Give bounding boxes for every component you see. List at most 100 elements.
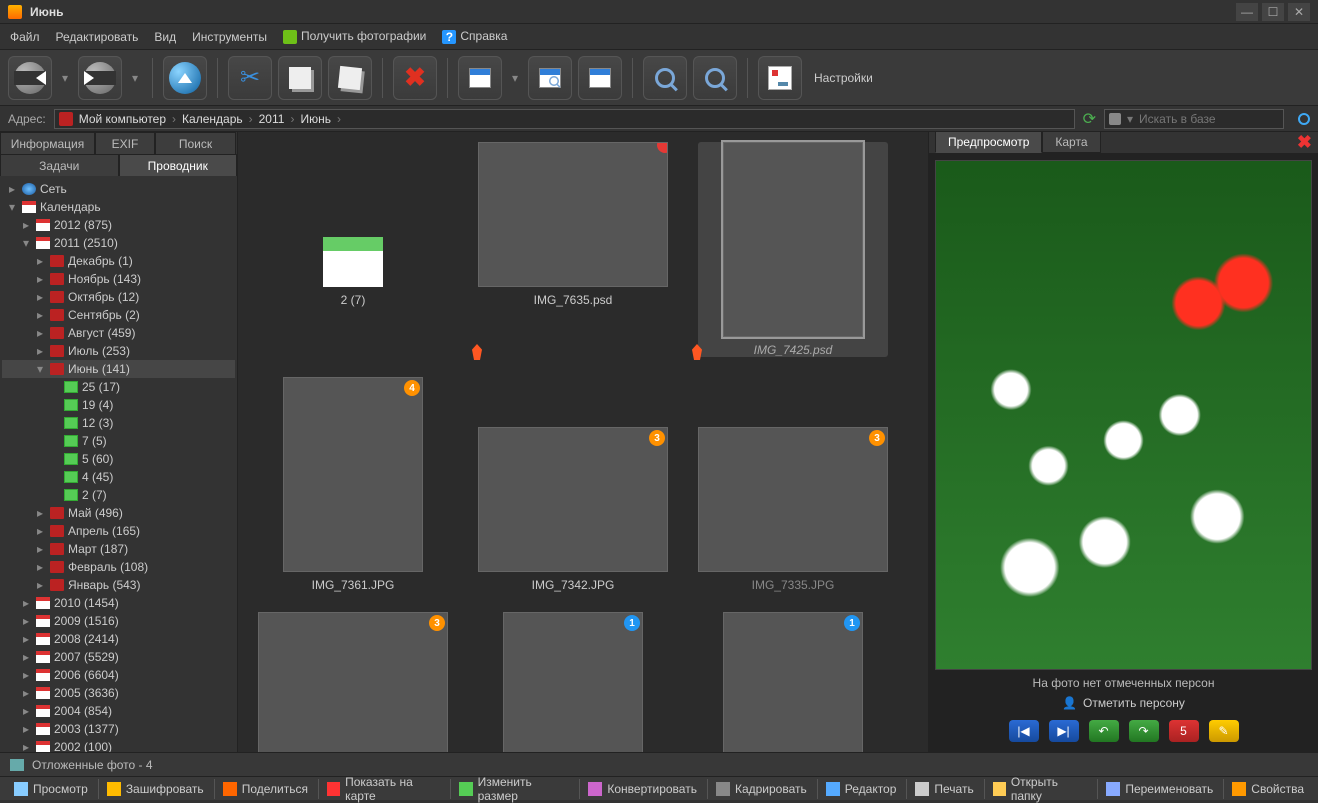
thumb-img-7425[interactable]: IMG_7425.psd — [698, 142, 888, 357]
bottom-view[interactable]: Просмотр — [6, 779, 96, 799]
view-thumbs-button[interactable] — [458, 56, 502, 100]
tree-d5[interactable]: 5 (60) — [2, 450, 235, 468]
tree-dec[interactable]: ▸Декабрь (1) — [2, 252, 235, 270]
tree-aug[interactable]: ▸Август (459) — [2, 324, 235, 342]
tree-d2[interactable]: 2 (7) — [2, 486, 235, 504]
tree-2009[interactable]: ▸2009 (1516) — [2, 612, 235, 630]
thumbnail-pane[interactable]: 2 (7) IMG_7635.psd IMG_7425.psd 4 IMG_73… — [238, 132, 928, 752]
thumb-img-7635[interactable]: IMG_7635.psd — [478, 142, 668, 357]
menu-edit[interactable]: Редактировать — [56, 30, 139, 44]
bottom-encrypt[interactable]: Зашифровать — [98, 779, 212, 799]
tree-network[interactable]: ▸Сеть — [2, 180, 235, 198]
bottom-open-folder[interactable]: Открыть папку — [984, 779, 1096, 799]
folder-tree[interactable]: ▸Сеть ▾Календарь ▸2012 (875) ▾2011 (2510… — [0, 176, 237, 752]
tree-jun[interactable]: ▾Июнь (141) — [2, 360, 235, 378]
bottom-props[interactable]: Свойства — [1223, 779, 1312, 799]
thumb-img-4117[interactable]: 1 img_4117.psd — [698, 612, 888, 752]
tab-explorer[interactable]: Проводник — [119, 154, 238, 176]
zoom-out-button[interactable] — [693, 56, 737, 100]
preview-image[interactable] — [935, 160, 1312, 670]
close-button[interactable]: ✕ — [1288, 3, 1310, 21]
tab-search[interactable]: Поиск — [155, 132, 236, 154]
bottom-crop[interactable]: Кадрировать — [707, 779, 815, 799]
tree-2011[interactable]: ▾2011 (2510) — [2, 234, 235, 252]
tree-may[interactable]: ▸Май (496) — [2, 504, 235, 522]
tree-calendar[interactable]: ▾Календарь — [2, 198, 235, 216]
search-box[interactable]: ▾ Искать в базе — [1104, 109, 1284, 129]
bottom-print[interactable]: Печать — [906, 779, 981, 799]
tree-feb[interactable]: ▸Февраль (108) — [2, 558, 235, 576]
bottom-rename[interactable]: Переименовать — [1097, 779, 1221, 799]
deferred-photos-bar[interactable]: Отложенные фото - 4 — [0, 752, 1318, 776]
tree-2010[interactable]: ▸2010 (1454) — [2, 594, 235, 612]
cut-button[interactable]: ✂ — [228, 56, 272, 100]
rotate-right-button[interactable]: ↷ — [1129, 720, 1159, 742]
tree-2007[interactable]: ▸2007 (5529) — [2, 648, 235, 666]
tree-d4[interactable]: 4 (45) — [2, 468, 235, 486]
delete-button[interactable]: ✖ — [393, 56, 437, 100]
tree-2003[interactable]: ▸2003 (1377) — [2, 720, 235, 738]
tree-mar[interactable]: ▸Март (187) — [2, 540, 235, 558]
tree-2006[interactable]: ▸2006 (6604) — [2, 666, 235, 684]
tab-preview[interactable]: Предпросмотр — [935, 132, 1042, 153]
nav-back-history[interactable]: ▾ — [58, 56, 72, 100]
thumb-folder-2[interactable]: 2 (7) — [258, 142, 448, 357]
close-panel-button[interactable]: ✖ — [1297, 132, 1312, 153]
nav-back-button[interactable] — [8, 56, 52, 100]
tree-d7[interactable]: 7 (5) — [2, 432, 235, 450]
refresh-button[interactable]: ⟳ — [1083, 109, 1096, 129]
mark-person-button[interactable]: Отметить персону — [935, 696, 1312, 710]
search-button[interactable] — [1298, 113, 1310, 125]
thumb-img-7335[interactable]: 3 IMG_7335.JPG — [698, 427, 888, 592]
tree-apr[interactable]: ▸Апрель (165) — [2, 522, 235, 540]
nav-up-button[interactable] — [163, 56, 207, 100]
menu-view[interactable]: Вид — [154, 30, 176, 44]
menu-file[interactable]: Файл — [10, 30, 40, 44]
rotate-left-button[interactable]: ↶ — [1089, 720, 1119, 742]
bottom-resize[interactable]: Изменить размер — [450, 779, 577, 799]
tree-d12[interactable]: 12 (3) — [2, 414, 235, 432]
tab-map[interactable]: Карта — [1042, 132, 1100, 153]
bottom-convert[interactable]: Конвертировать — [579, 779, 705, 799]
view-list-button[interactable] — [578, 56, 622, 100]
tree-d19[interactable]: 19 (4) — [2, 396, 235, 414]
bottom-editor[interactable]: Редактор — [817, 779, 905, 799]
tree-2005[interactable]: ▸2005 (3636) — [2, 684, 235, 702]
tab-info[interactable]: Информация — [0, 132, 95, 154]
tree-nov[interactable]: ▸Ноябрь (143) — [2, 270, 235, 288]
tree-2004[interactable]: ▸2004 (854) — [2, 702, 235, 720]
view-thumbs-menu[interactable]: ▾ — [508, 56, 522, 100]
minimize-button[interactable]: — — [1236, 3, 1258, 21]
tab-exif[interactable]: EXIF — [95, 132, 155, 154]
thumb-img-7361[interactable]: 4 IMG_7361.JPG — [258, 377, 448, 592]
crumb-year[interactable]: 2011 — [253, 112, 291, 126]
bottom-share[interactable]: Поделиться — [214, 779, 316, 799]
prev-image-button[interactable]: |◀ — [1009, 720, 1039, 742]
tab-tasks[interactable]: Задачи — [0, 154, 119, 176]
menu-get-photos[interactable]: Получить фотографии — [283, 29, 426, 44]
next-image-button[interactable]: ▶| — [1049, 720, 1079, 742]
thumb-img-7337[interactable]: 3 IMG_7337.JPG — [258, 612, 448, 752]
tree-2008[interactable]: ▸2008 (2414) — [2, 630, 235, 648]
menu-help[interactable]: ?Справка — [442, 29, 507, 44]
thumb-img-7979[interactable]: 1 img_7979.jpg — [478, 612, 668, 752]
view-preview-button[interactable] — [528, 56, 572, 100]
bottom-show-map[interactable]: Показать на карте — [318, 779, 449, 799]
paste-button[interactable] — [328, 56, 372, 100]
rating-5-button[interactable]: 5 — [1169, 720, 1199, 742]
tree-2012[interactable]: ▸2012 (875) — [2, 216, 235, 234]
crumb-calendar[interactable]: Календарь — [176, 112, 249, 126]
tree-2002[interactable]: ▸2002 (100) — [2, 738, 235, 752]
tree-jan[interactable]: ▸Январь (543) — [2, 576, 235, 594]
zoom-in-button[interactable] — [643, 56, 687, 100]
settings-button[interactable] — [758, 56, 802, 100]
menu-tools[interactable]: Инструменты — [192, 30, 267, 44]
copy-button[interactable] — [278, 56, 322, 100]
tag-button[interactable]: ✎ — [1209, 720, 1239, 742]
tree-oct[interactable]: ▸Октябрь (12) — [2, 288, 235, 306]
tree-jul[interactable]: ▸Июль (253) — [2, 342, 235, 360]
nav-forward-history[interactable]: ▾ — [128, 56, 142, 100]
tree-d25[interactable]: 25 (17) — [2, 378, 235, 396]
crumb-root[interactable]: Мой компьютер — [73, 112, 172, 126]
nav-forward-button[interactable] — [78, 56, 122, 100]
